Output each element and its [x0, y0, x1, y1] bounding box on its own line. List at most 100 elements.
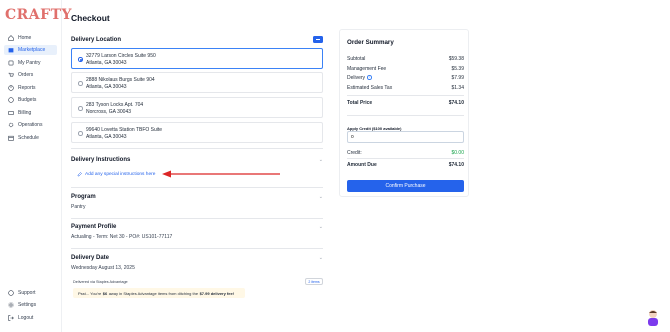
address-line1: 2888 Nikolaus Burgs Suite 904	[86, 77, 155, 83]
address-line1: 99640 Lovetta Station TBFO Suite	[86, 127, 163, 133]
chevron-down-icon[interactable]: ⌄	[319, 194, 323, 200]
promo-banner: Psst... You're $6 away in Staples Advant…	[73, 288, 245, 298]
sidebar-item-label: Marketplace	[18, 47, 46, 53]
sidebar-item-budgets[interactable]: Budgets	[4, 95, 57, 105]
sidebar-item-label: Home	[18, 35, 32, 41]
page-title: Checkout	[71, 13, 110, 23]
delivery-instructions-header[interactable]: Delivery Instructions ⌄	[71, 157, 323, 163]
sidebar-item-billing[interactable]: Billing	[4, 108, 57, 118]
divider	[71, 218, 323, 219]
logout-icon	[8, 315, 14, 321]
delivery-date-header[interactable]: Delivery Date ⌄ Wednesday August 13, 202…	[71, 255, 323, 271]
reports-icon	[8, 85, 14, 91]
divider	[71, 148, 323, 149]
address-line1: 32779 Larson Circles Suite 950	[86, 53, 156, 59]
address-radio[interactable]	[78, 106, 83, 111]
chevron-down-icon[interactable]: ⌄	[319, 255, 323, 261]
summary-row-management-fee: Management Fee $5.39	[347, 66, 464, 72]
promo-text-pre: Psst... You're	[78, 290, 102, 296]
app-logo[interactable]: CRAFTY	[5, 7, 72, 23]
help-icon	[8, 290, 14, 296]
sidebar-item-orders[interactable]: Orders	[4, 70, 57, 80]
sidebar-item-settings[interactable]: Settings	[4, 300, 57, 310]
address-line2: Norcross, GA 30043	[86, 109, 132, 115]
annotation-arrow	[162, 170, 280, 178]
sidebar-item-my-pantry[interactable]: My Pantry	[4, 58, 57, 68]
summary-row-label: Delivery	[347, 75, 366, 81]
summary-row-credit: Credit: $0.00	[347, 150, 464, 156]
address-radio[interactable]	[78, 131, 83, 136]
credit-input[interactable]	[347, 131, 464, 143]
delivery-date-title: Delivery Date	[71, 255, 110, 261]
divider	[347, 115, 464, 116]
credit-row-value: $0.00	[451, 150, 464, 156]
promo-fee: $7.99 delivery fee!	[199, 290, 235, 296]
order-summary-title: Order Summary	[347, 39, 394, 46]
sidebar-item-logout[interactable]: Logout	[4, 313, 57, 323]
chevron-down-icon[interactable]: ⌄	[319, 224, 323, 230]
payment-profile-header[interactable]: Payment Profile ⌄ Actualing - Term: Net …	[71, 224, 323, 240]
pantry-icon	[8, 60, 14, 66]
summary-row-value: $59.38	[448, 56, 464, 62]
delivery-location-title: Delivery Location	[71, 37, 122, 43]
address-option[interactable]: 2888 Nikolaus Burgs Suite 904 Atlanta, G…	[71, 72, 323, 93]
collapse-button[interactable]	[313, 36, 323, 43]
sidebar-item-operations[interactable]: Operations	[4, 120, 57, 130]
add-instructions-label: Add any special instructions here	[85, 172, 156, 177]
divider	[71, 248, 323, 249]
chevron-down-icon[interactable]: ⌄	[319, 157, 323, 163]
budgets-icon	[8, 97, 14, 103]
summary-row-subtotal: Subtotal $59.38	[347, 56, 464, 62]
program-header[interactable]: Program ⌄ Pantry	[71, 194, 323, 210]
divider	[347, 95, 464, 96]
home-icon	[8, 35, 14, 41]
payment-profile-title: Payment Profile	[71, 224, 117, 230]
summary-row-delivery: Delivery i $7.99	[347, 75, 464, 81]
sidebar-item-label: Reports	[18, 85, 36, 91]
summary-row-amount-due: Amount Due $74.10	[347, 162, 464, 168]
payment-profile-value: Actualing - Term: Net 30 - PO#: US101-77…	[71, 234, 173, 240]
address-radio[interactable]	[78, 81, 83, 86]
promo-amount: $6	[102, 290, 108, 296]
summary-row-value: $1.34	[451, 85, 464, 91]
credit-row-label: Credit:	[347, 150, 362, 156]
address-option[interactable]: 32779 Larson Circles Suite 950 Atlanta, …	[71, 48, 323, 69]
amount-due-value: $74.10	[448, 162, 464, 168]
sidebar-item-label: Support	[18, 290, 36, 296]
sidebar-item-label: My Pantry	[18, 60, 41, 66]
info-icon[interactable]: i	[367, 75, 372, 80]
total-value: $74.10	[448, 100, 464, 106]
summary-row-total: Total Price $74.10	[347, 100, 464, 106]
gear-icon	[8, 302, 14, 308]
divider	[347, 158, 464, 159]
sidebar-item-support[interactable]: Support	[4, 288, 57, 298]
sidebar-item-label: Settings	[18, 302, 37, 308]
assistant-avatar[interactable]	[646, 309, 660, 327]
store-icon	[8, 47, 14, 53]
sidebar-item-label: Logout	[18, 315, 34, 321]
summary-row-value: $5.39	[451, 66, 464, 72]
summary-row-label: Subtotal	[347, 56, 366, 62]
sidebar-item-marketplace[interactable]: Marketplace	[4, 45, 57, 55]
sidebar-item-schedule[interactable]: Schedule	[4, 133, 57, 143]
address-radio[interactable]	[78, 57, 83, 62]
address-option[interactable]: 283 Tyson Locks Apt. 704 Norcross, GA 30…	[71, 97, 323, 118]
delivered-via-text: Delivered via Staples Advantage	[73, 280, 128, 284]
sidebar-item-home[interactable]: Home	[4, 33, 57, 43]
summary-row-value: $7.99	[451, 75, 464, 81]
summary-row-tax: Estimated Sales Tax $1.34	[347, 85, 464, 91]
sidebar-item-label: Operations	[18, 122, 43, 128]
program-value: Pantry	[71, 204, 86, 210]
order-summary-card: Order Summary Subtotal $59.38 Management…	[339, 29, 469, 197]
address-option[interactable]: 99640 Lovetta Station TBFO Suite Atlanta…	[71, 122, 323, 143]
address-line1: 283 Tyson Locks Apt. 704	[86, 102, 144, 108]
promo-text-mid: away in Staples Advantage items from dit…	[108, 290, 199, 296]
total-label: Total Price	[347, 100, 373, 106]
add-instructions-link[interactable]: Add any special instructions here	[77, 172, 155, 177]
sidebar-item-reports[interactable]: Reports	[4, 83, 57, 93]
amount-due-label: Amount Due	[347, 162, 377, 168]
sidebar-item-label: Orders	[18, 72, 34, 78]
operations-icon	[8, 122, 14, 128]
confirm-purchase-button[interactable]: Confirm Purchase	[347, 180, 464, 192]
items-count-button[interactable]: 2 items	[305, 278, 323, 285]
